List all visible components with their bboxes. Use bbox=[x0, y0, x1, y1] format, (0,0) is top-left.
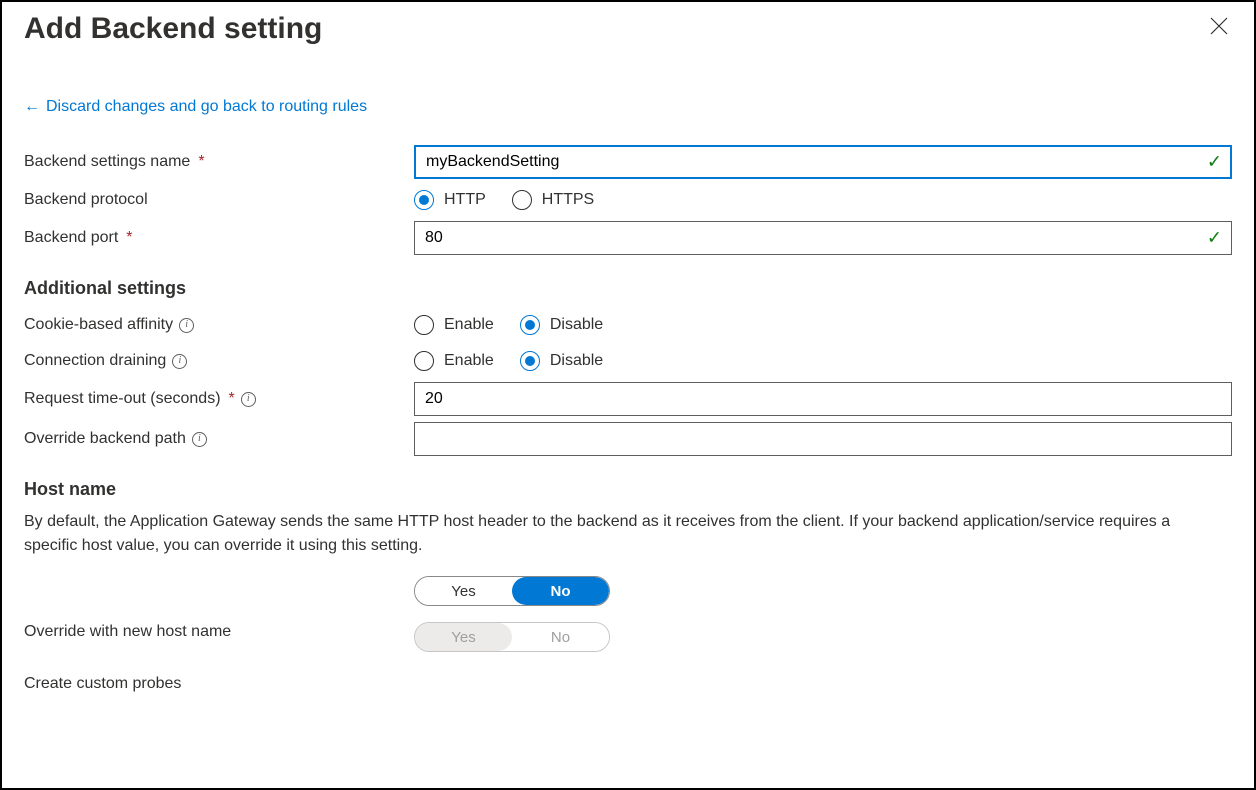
connection-draining-radio-group: Enable Disable bbox=[414, 351, 603, 371]
connection-draining-enable-radio[interactable]: Enable bbox=[414, 351, 494, 371]
cookie-affinity-disable-radio[interactable]: Disable bbox=[520, 315, 603, 335]
discard-back-link[interactable]: ← Discard changes and go back to routing… bbox=[24, 98, 367, 116]
backend-port-input[interactable] bbox=[414, 221, 1232, 255]
cookie-affinity-radio-group: Enable Disable bbox=[414, 315, 603, 335]
request-timeout-label: Request time-out (seconds)* i bbox=[24, 390, 414, 408]
panel-title: Add Backend setting bbox=[24, 12, 322, 46]
protocol-http-radio[interactable]: HTTP bbox=[414, 190, 486, 210]
override-host-toggle-disabled: Yes No bbox=[414, 622, 610, 652]
backend-settings-name-label: Backend settings name* bbox=[24, 153, 414, 171]
override-host-yes[interactable]: Yes bbox=[415, 577, 512, 605]
connection-draining-label: Connection draining i bbox=[24, 352, 414, 370]
backend-port-label: Backend port* bbox=[24, 229, 414, 247]
host-name-heading: Host name bbox=[24, 479, 1232, 500]
info-icon[interactable]: i bbox=[179, 318, 194, 333]
additional-settings-heading: Additional settings bbox=[24, 278, 1232, 299]
override-backend-path-input[interactable] bbox=[414, 422, 1232, 456]
host-name-description: By default, the Application Gateway send… bbox=[24, 510, 1204, 558]
override-backend-path-label: Override backend path i bbox=[24, 430, 414, 448]
request-timeout-input[interactable] bbox=[414, 382, 1232, 416]
cookie-affinity-label: Cookie-based affinity i bbox=[24, 316, 414, 334]
backend-protocol-label: Backend protocol bbox=[24, 191, 414, 209]
override-host-no[interactable]: No bbox=[512, 577, 609, 605]
close-icon[interactable] bbox=[1210, 10, 1232, 40]
info-icon[interactable]: i bbox=[241, 392, 256, 407]
discard-back-link-label: Discard changes and go back to routing r… bbox=[46, 98, 367, 116]
create-custom-probes-label: Create custom probes bbox=[24, 675, 414, 693]
override-host-toggle: Yes No bbox=[414, 576, 610, 606]
arrow-left-icon: ← bbox=[24, 99, 40, 115]
add-backend-setting-panel: Add Backend setting ← Discard changes an… bbox=[0, 0, 1256, 790]
backend-protocol-radio-group: HTTP HTTPS bbox=[414, 190, 594, 210]
backend-settings-name-input[interactable] bbox=[414, 145, 1232, 179]
cookie-affinity-enable-radio[interactable]: Enable bbox=[414, 315, 494, 335]
override-host-disabled-yes: Yes bbox=[415, 623, 512, 651]
connection-draining-disable-radio[interactable]: Disable bbox=[520, 351, 603, 371]
protocol-https-radio[interactable]: HTTPS bbox=[512, 190, 594, 210]
info-icon[interactable]: i bbox=[192, 432, 207, 447]
info-icon[interactable]: i bbox=[172, 354, 187, 369]
override-new-host-label: Override with new host name bbox=[24, 576, 414, 652]
override-host-disabled-no: No bbox=[512, 623, 609, 651]
